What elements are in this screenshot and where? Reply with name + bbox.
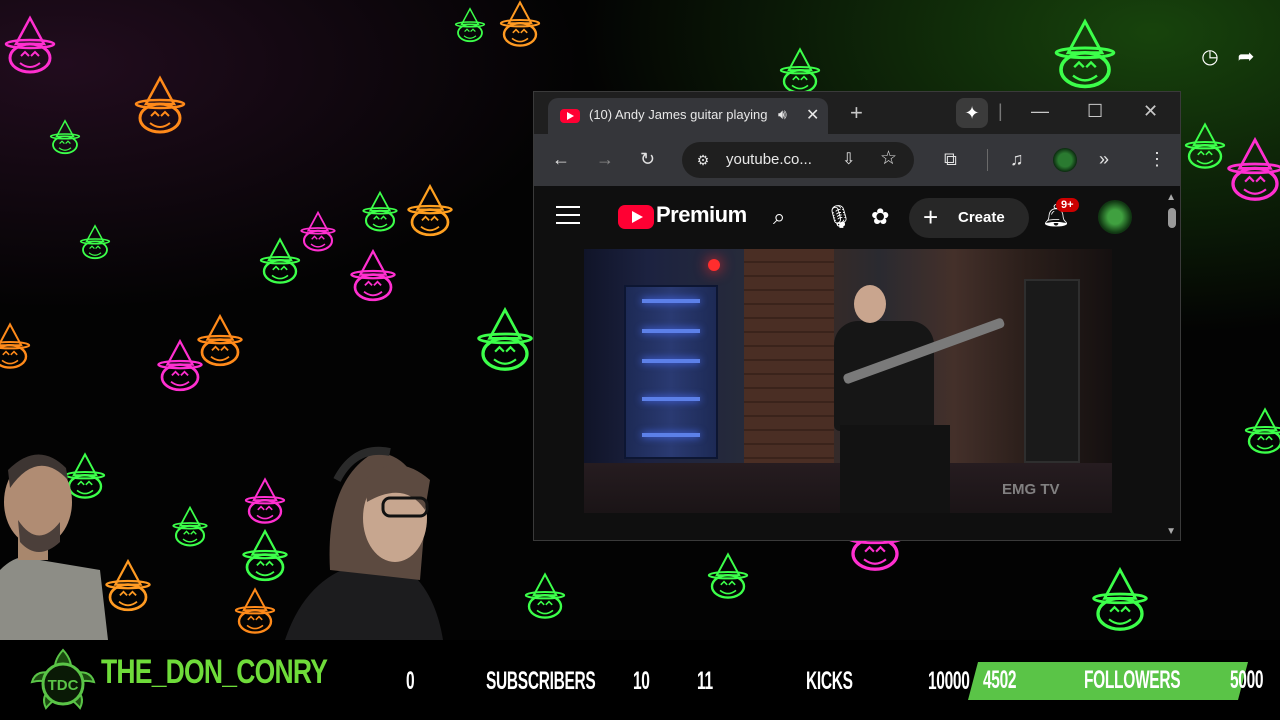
- reload-icon[interactable]: ↻: [640, 148, 655, 170]
- bookmark-star-icon[interactable]: ☆: [880, 147, 897, 170]
- minimize-button[interactable]: —: [1031, 101, 1049, 122]
- pumpkin-icon: [0, 323, 31, 369]
- scrollbar-thumb[interactable]: [1168, 208, 1176, 228]
- speaker-icon[interactable]: 🔊︎: [778, 106, 787, 123]
- webcam-left: [0, 454, 108, 640]
- browser-window: (10) Andy James guitar playing 🔊︎ ✕ + ✦ …: [533, 91, 1181, 541]
- tab-title: (10) Andy James guitar playing: [589, 107, 768, 122]
- kicks-label: KICKS: [806, 667, 853, 695]
- scroll-up-arrow-icon[interactable]: ▲: [1166, 192, 1176, 203]
- url-text: youtube.co...: [726, 151, 812, 168]
- kicks-goal: 10000: [928, 667, 970, 695]
- create-button[interactable]: + Create: [909, 198, 1029, 238]
- pumpkin-icon: [4, 16, 56, 74]
- pumpkin-icon: [1184, 123, 1226, 169]
- pumpkin-icon: [259, 238, 301, 284]
- video-player[interactable]: EMG TV: [584, 249, 1112, 513]
- tab-close-icon[interactable]: ✕: [806, 105, 819, 125]
- pumpkin-icon: [79, 224, 111, 260]
- pumpkin-icon: [1226, 138, 1280, 201]
- pumpkin-icon: [1091, 568, 1149, 631]
- media-queue-icon[interactable]: ♫: [1010, 148, 1024, 170]
- guitarist: [834, 285, 1006, 513]
- pumpkin-icon: [779, 48, 821, 94]
- address-bar[interactable]: ⚙ youtube.co... ⇩ ☆: [682, 142, 914, 178]
- toolbar-divider: [987, 149, 988, 171]
- red-lamp: [708, 259, 720, 271]
- svg-text:TDC: TDC: [48, 677, 79, 694]
- pumpkin-icon: [197, 314, 243, 367]
- stream-stats-bar: TDC THE_DON_CONRY 0 SUBSCRIBERS 10 11 KI…: [0, 640, 1280, 720]
- followers-label: FOLLOWERS: [1084, 666, 1181, 694]
- subscribers-current: 0: [406, 667, 415, 695]
- followers-current: 4502: [983, 666, 1017, 694]
- pumpkin-icon: [407, 184, 453, 237]
- scroll-down-arrow-icon[interactable]: ▼: [1166, 526, 1176, 537]
- maximize-button[interactable]: ☐: [1087, 101, 1103, 122]
- close-window-button[interactable]: ✕: [1143, 101, 1158, 122]
- forward-arrow-icon[interactable]: →: [596, 148, 614, 170]
- pumpkin-icon: [242, 529, 288, 582]
- share-icon[interactable]: ➦: [1233, 44, 1259, 70]
- install-app-icon[interactable]: ⇩: [842, 149, 855, 169]
- window-divider: |: [998, 101, 1003, 121]
- back-arrow-icon[interactable]: ←: [552, 148, 570, 170]
- subscribers-label: SUBSCRIBERS: [486, 667, 596, 695]
- pumpkin-icon: [476, 308, 534, 371]
- notification-badge: 9+: [1056, 198, 1079, 212]
- pumpkin-icon: [49, 119, 81, 155]
- tdc-logo: TDC: [30, 648, 96, 710]
- pumpkin-icon: [300, 211, 336, 252]
- clock-icon[interactable]: ◷: [1197, 44, 1223, 70]
- kicks-current: 11: [697, 667, 713, 695]
- arcade-booth: [1024, 279, 1080, 463]
- vault-door-scene: [624, 285, 718, 459]
- video-watermark: EMG TV: [1002, 481, 1060, 498]
- pumpkin-icon: [1054, 19, 1116, 89]
- channel-name: THE_DON_CONRY: [101, 653, 328, 691]
- site-settings-icon[interactable]: ⚙: [692, 149, 714, 171]
- browser-toolbar: ← → ↻ ⚙ youtube.co... ⇩ ☆ ⧉ ♫ » ⋮: [534, 134, 1180, 186]
- tab-strip: (10) Andy James guitar playing 🔊︎ ✕ + ✦ …: [534, 92, 1180, 134]
- pumpkin-icon: [234, 588, 276, 634]
- pumpkin-icon: [362, 191, 398, 232]
- pumpkin-icon: [350, 249, 396, 302]
- search-icon[interactable]: ⌕: [773, 204, 785, 230]
- gemini-sparkle-icon[interactable]: ✦: [956, 98, 988, 128]
- extensions-puzzle-icon[interactable]: ⧉: [944, 148, 957, 170]
- youtube-logo-icon[interactable]: [618, 205, 654, 229]
- new-tab-button[interactable]: +: [850, 100, 863, 126]
- account-avatar[interactable]: [1098, 200, 1132, 234]
- microphone-icon[interactable]: 🎙︎: [825, 204, 853, 230]
- pumpkin-icon: [454, 7, 486, 43]
- kebab-menu-icon[interactable]: ⋮: [1148, 148, 1166, 170]
- pumpkin-icon: [244, 478, 286, 524]
- hamburger-menu-icon[interactable]: [556, 206, 580, 224]
- ai-assistant-icon[interactable]: ✿: [871, 204, 889, 230]
- pumpkin-icon: [707, 553, 749, 599]
- pumpkin-icon: [524, 573, 566, 619]
- subscribers-goal: 10: [633, 667, 650, 695]
- pumpkin-icon: [172, 506, 208, 547]
- plus-icon: +: [923, 202, 939, 232]
- profile-avatar-icon[interactable]: [1053, 148, 1077, 172]
- pumpkin-icon: [499, 1, 541, 47]
- pumpkin-icon: [1244, 408, 1280, 454]
- browser-tab[interactable]: (10) Andy James guitar playing 🔊︎ ✕: [548, 98, 828, 134]
- youtube-premium-label[interactable]: Premium: [656, 202, 747, 228]
- pumpkin-icon: [134, 76, 186, 134]
- pumpkin-icon: [157, 339, 203, 392]
- youtube-header: Premium ⌕ 🎙︎ ✿ + Create 🔔︎ 9+: [534, 186, 1180, 250]
- youtube-favicon-icon: [560, 109, 580, 123]
- chevron-more-icon[interactable]: »: [1099, 148, 1109, 170]
- followers-goal: 5000: [1230, 666, 1264, 694]
- create-label: Create: [958, 209, 1005, 226]
- webcam-right: [285, 446, 443, 640]
